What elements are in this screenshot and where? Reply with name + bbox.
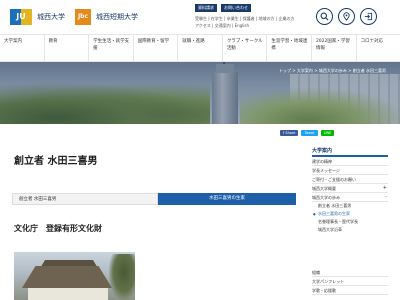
sidebar-item-organization[interactable]: 組織	[312, 268, 388, 277]
sidebar-item-donation[interactable]: ご寄付・ご支援のお願い	[312, 175, 388, 184]
sidebar-subitem-founder[interactable]: 創立者 水田三喜男	[312, 202, 388, 210]
nav-item-about[interactable]: 大学案内	[0, 35, 45, 61]
sidebar-item-label: 城西大学沿革	[318, 227, 342, 232]
map-button[interactable]	[338, 8, 355, 25]
utility-links[interactable]: アクセス | 交通案内 | English	[195, 23, 249, 29]
jbc-college-logo[interactable]: Jbc 城西短期大学	[75, 9, 138, 25]
nav-item-career[interactable]: 就職・進路	[178, 35, 223, 61]
collapse-toggle-icon[interactable]: -	[385, 193, 387, 201]
expand-toggle-icon[interactable]: +	[383, 184, 387, 192]
jbc-logo-text: 城西短期大学	[96, 13, 138, 21]
login-button[interactable]	[360, 8, 377, 25]
nav-item-education[interactable]: 教育	[45, 35, 90, 61]
login-icon	[364, 12, 373, 21]
sidebar-item-label: 城西大学の歩み	[312, 195, 340, 200]
jbc-logo-mark: Jbc	[75, 9, 91, 25]
photo-house-wall	[28, 288, 108, 300]
sidebar-item-label: 大学パンフレット	[312, 279, 345, 284]
sidebar-item-label: 創立者 水田三喜男	[318, 203, 352, 208]
site-header: JU 城西大学 Jbc 城西短期大学 資料請求 お問い合わせ 受験生 | 在学生…	[0, 0, 400, 34]
sidebar-group: 組織 大学パンフレット 学歌・応援歌	[312, 268, 388, 295]
nav-item-lifelong[interactable]: 生涯学習・地域連携	[267, 35, 312, 61]
sidebar-item-president-message[interactable]: 学長メッセージ	[312, 166, 388, 175]
sidebar-item-pamphlet[interactable]: 大学パンフレット	[312, 277, 388, 286]
section-title: 文化庁 登録有形文化財	[14, 224, 102, 233]
birthplace-photo	[14, 252, 135, 300]
photo-tree	[109, 254, 135, 300]
sidebar-item-label: 組織	[312, 270, 320, 275]
tab-birthplace[interactable]: 水田三喜男の生家	[158, 193, 296, 205]
content-tabs: 創立者 水田三喜男 水田三喜男の生家	[12, 193, 296, 205]
map-pin-icon	[343, 12, 350, 21]
global-nav: 大学案内 教育 学生生活・就学支援 国際教育・留学 就職・進路 クラブ・サークル…	[0, 34, 400, 62]
sidebar-subitem-birthplace[interactable]: 水田三喜男の生家	[312, 210, 388, 218]
sidebar-menu: 建学の精神 学長メッセージ ご寄付・ご支援のお願い 城西大学概要 + 城西大学の歩…	[312, 157, 388, 234]
twitter-share-button[interactable]: Tweet	[301, 130, 318, 136]
facebook-share-button[interactable]: f Share	[280, 130, 299, 136]
sidebar-item-label: 建学の精神	[312, 159, 332, 164]
sidebar-item-label: 城西大学概要	[312, 186, 336, 191]
photo-thatched-roof	[22, 266, 112, 288]
nav-item-exam-info[interactable]: 2022国家・学習情報	[312, 35, 357, 61]
line-share-button[interactable]: LINE	[320, 130, 335, 136]
nav-item-covid[interactable]: コロナ対応	[357, 35, 400, 61]
ju-logo-mark: JU	[10, 9, 32, 25]
search-button[interactable]	[316, 8, 333, 25]
sidebar-title: 大学案内	[312, 148, 333, 154]
page-title: 創立者 水田三喜男	[14, 156, 98, 167]
breadcrumb[interactable]: トップ > 大学案内 > 城西大学の歩み > 創立者 水田三喜男	[279, 68, 386, 74]
sidebar-item-label: 名誉理事長・歴代学長	[318, 219, 358, 224]
request-materials-button[interactable]: 資料請求	[195, 4, 217, 12]
sidebar-item-school-song[interactable]: 学歌・応援歌	[312, 286, 388, 295]
sidebar-subitem-presidents[interactable]: 名誉理事長・歴代学長	[312, 218, 388, 226]
sidebar-item-history[interactable]: 城西大学の歩み -	[312, 193, 388, 202]
tab-founder[interactable]: 創立者 水田三喜男	[12, 193, 158, 205]
contact-button[interactable]: お問い合わせ	[221, 4, 251, 12]
sidebar-item-overview[interactable]: 城西大学概要 +	[312, 184, 388, 193]
share-buttons: f Share Tweet LINE	[280, 130, 335, 136]
sidebar-item-label: 水田三喜男の生家	[318, 211, 350, 216]
sidebar-item-label: ご寄付・ご支援のお願い	[312, 177, 356, 182]
search-icon	[320, 12, 329, 21]
nav-item-clubs[interactable]: クラブ・サークル活動	[223, 35, 268, 61]
nav-item-international[interactable]: 国際教育・留学	[134, 35, 179, 61]
nav-item-student-life[interactable]: 学生生活・就学支援	[89, 35, 134, 61]
ju-logo-text: 城西大学	[37, 13, 65, 21]
sidebar-item-philosophy[interactable]: 建学の精神	[312, 157, 388, 166]
audience-links[interactable]: 受験生 | 在学生 | 卒業生 | 保護者 | 地域の方 | 企業の方	[195, 16, 294, 22]
josai-university-logo[interactable]: JU 城西大学	[10, 9, 65, 25]
sidebar-item-label: 学歌・応援歌	[312, 288, 336, 293]
sidebar-item-label: 学長メッセージ	[312, 168, 340, 173]
sidebar-subitem-chronology[interactable]: 城西大学沿革	[312, 226, 388, 234]
